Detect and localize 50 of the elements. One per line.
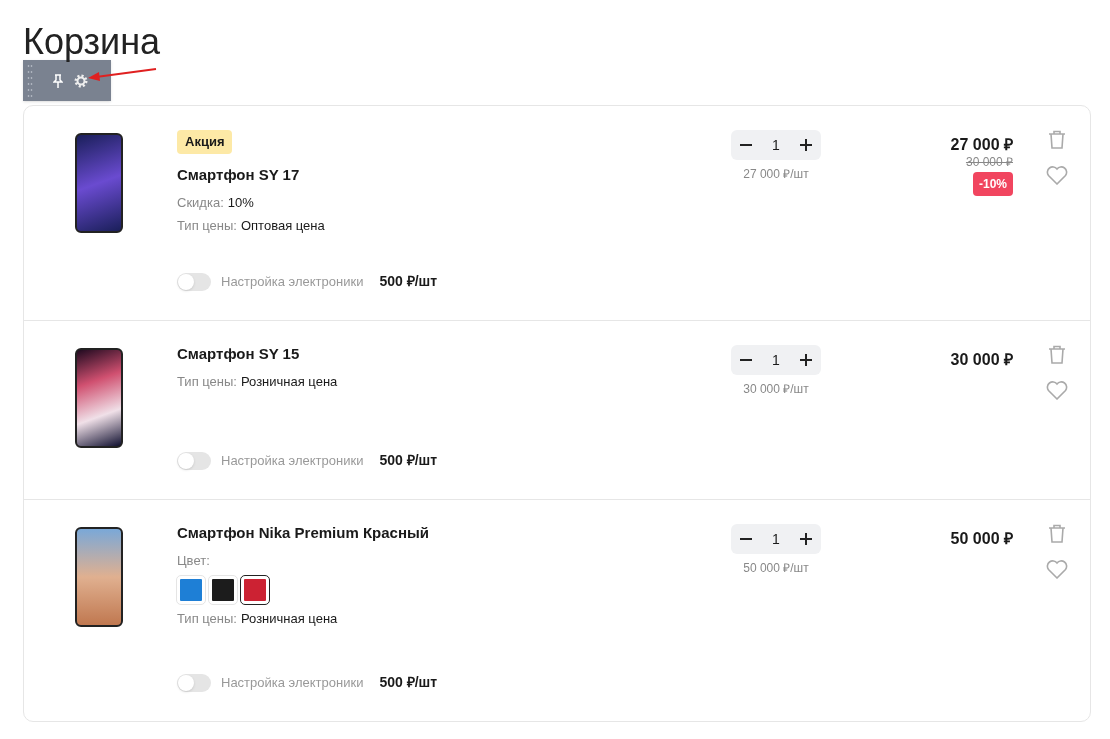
pin-icon[interactable] [53, 73, 63, 88]
page-title: Корзина [23, 22, 161, 62]
plus-icon[interactable] [799, 138, 813, 152]
plus-icon[interactable] [799, 532, 813, 546]
product-name[interactable]: Смартфон Nika Premium Красный [177, 524, 429, 542]
unit-price: 50 000 ₽/шт [743, 560, 809, 577]
property-label: Тип цены: [177, 373, 237, 391]
property-value: Розничная цена [240, 610, 338, 628]
total-price: 30 000 ₽ [950, 350, 1013, 370]
arrow [86, 67, 158, 81]
total-price: 50 000 ₽ [950, 529, 1013, 549]
service-label: Настройка электроники [221, 451, 364, 470]
discount-badge: -10% [973, 172, 1013, 196]
service-price: 500 ₽/шт [379, 673, 438, 692]
quantity-value[interactable]: 1 [772, 349, 780, 371]
color-label: Цвет: [177, 552, 211, 570]
settings-icon[interactable] [73, 72, 89, 89]
drag-handle-icon[interactable] [27, 63, 33, 98]
unit-price: 27 000 ₽/шт [743, 166, 809, 183]
delete-icon[interactable] [1048, 524, 1066, 543]
product-name[interactable]: Смартфон SY 15 [177, 345, 300, 363]
property-value: 10% [227, 194, 254, 212]
property-label: Тип цены: [177, 610, 237, 628]
toggle-switch[interactable] [177, 673, 211, 692]
total-price: 27 000 ₽ [950, 135, 1013, 155]
product-name[interactable]: Смартфон SY 17 [177, 166, 300, 184]
heart-icon[interactable] [1046, 381, 1068, 400]
property-value: Розничная цена [240, 373, 338, 391]
property-label: Тип цены: [177, 217, 237, 235]
delete-icon[interactable] [1048, 130, 1066, 149]
heart-icon[interactable] [1046, 560, 1068, 579]
delete-icon[interactable] [1048, 345, 1066, 364]
service-label: Настройка электроники [221, 673, 364, 692]
toggle-switch[interactable] [177, 451, 211, 470]
promo-badge: Акция [177, 130, 233, 154]
service-price: 500 ₽/шт [379, 451, 438, 470]
unit-price: 30 000 ₽/шт [743, 381, 809, 398]
color-swatch[interactable] [241, 576, 269, 604]
service-price: 500 ₽/шт [379, 272, 438, 291]
heart-icon[interactable] [1046, 166, 1068, 185]
quantity-value[interactable]: 1 [772, 134, 780, 156]
toggle-switch[interactable] [177, 272, 211, 291]
service-label: Настройка электроники [221, 272, 364, 291]
property-value: Оптовая цена [240, 217, 325, 235]
color-swatch[interactable] [209, 576, 237, 604]
plus-icon[interactable] [799, 353, 813, 367]
old-price: 30 000 ₽ [965, 155, 1013, 169]
color-swatch[interactable] [177, 576, 205, 604]
property-label: Скидка: [177, 194, 224, 212]
quantity-value[interactable]: 1 [772, 528, 780, 550]
